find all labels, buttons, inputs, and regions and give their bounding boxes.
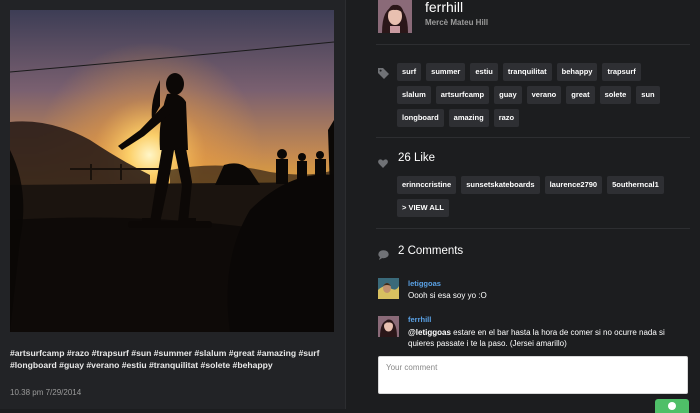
tag-pill[interactable]: verano — [526, 86, 562, 104]
sunset-silhouette-image — [10, 10, 334, 332]
user-full-name: Mercè Mateu Hill — [425, 18, 489, 27]
comments-count: 2 Comments — [398, 245, 464, 257]
post-photo[interactable] — [10, 10, 334, 332]
comment-text: @letiggoas estare en el bar hasta la hor… — [408, 327, 688, 349]
tag-pill[interactable]: great — [566, 86, 595, 104]
heart-icon — [378, 155, 388, 173]
send-comment-button[interactable] — [655, 399, 689, 413]
liker-pill[interactable]: laurence2790 — [544, 176, 603, 194]
liker-pill[interactable]: erinnccristine — [397, 176, 457, 194]
tag-pill[interactable]: tranquilitat — [502, 63, 552, 81]
post-timestamp: 10.38 pm 7/29/2014 — [10, 388, 82, 397]
tag-pill[interactable]: trapsurf — [602, 63, 641, 81]
post-caption: #artsurfcamp #razo #trapsurf #sun #summe… — [10, 348, 320, 370]
comment-username[interactable]: letiggoas — [408, 279, 441, 288]
comment-text: Oooh si esa soy yo :O — [408, 291, 487, 300]
details-panel: ferrhill Mercè Mateu Hill surf summer esti… — [346, 0, 700, 413]
tag-pill[interactable]: summer — [426, 63, 466, 81]
tag-pill[interactable]: guay — [494, 86, 522, 104]
liker-pill[interactable]: sunsetskateboards — [461, 176, 540, 194]
commenter-avatar[interactable] — [378, 316, 399, 337]
tag-list: surf summer estiu tranquilitat behappy trapsu… — [397, 63, 667, 127]
comment-mention[interactable]: @letiggoas — [408, 328, 451, 337]
tag-pill[interactable]: behappy — [556, 63, 598, 81]
tag-pill[interactable]: solete — [599, 86, 632, 104]
separator — [376, 228, 690, 229]
tag-pill[interactable]: estiu — [470, 63, 498, 81]
tag-pill[interactable]: razo — [493, 109, 520, 127]
separator — [376, 137, 690, 138]
likers-list: erinnccristine sunsetskateboards laurence2… — [397, 176, 687, 217]
tag-pill[interactable]: artsurfcamp — [435, 86, 490, 104]
username[interactable]: ferrhill — [425, 0, 463, 15]
commenter-avatar[interactable] — [378, 278, 399, 299]
tag-pill[interactable]: sun — [636, 86, 660, 104]
comment-username[interactable]: ferrhill — [408, 315, 431, 324]
user-avatar[interactable] — [378, 0, 412, 33]
view-all-likes-button[interactable]: > VIEW ALL — [397, 199, 450, 217]
photo-panel: #artsurfcamp #razo #trapsurf #sun #summe… — [0, 0, 345, 409]
tag-pill[interactable]: surf — [397, 63, 422, 81]
separator — [376, 44, 690, 45]
tag-pill[interactable]: amazing — [448, 109, 489, 127]
speech-bubble-icon — [378, 247, 389, 265]
likes-count: 26 Like — [398, 152, 436, 164]
comment-input[interactable] — [378, 356, 688, 394]
tag-icon — [378, 66, 389, 84]
liker-pill[interactable]: 5outherncal1 — [607, 176, 664, 194]
tag-pill[interactable]: slalum — [397, 86, 431, 104]
tag-pill[interactable]: longboard — [397, 109, 444, 127]
